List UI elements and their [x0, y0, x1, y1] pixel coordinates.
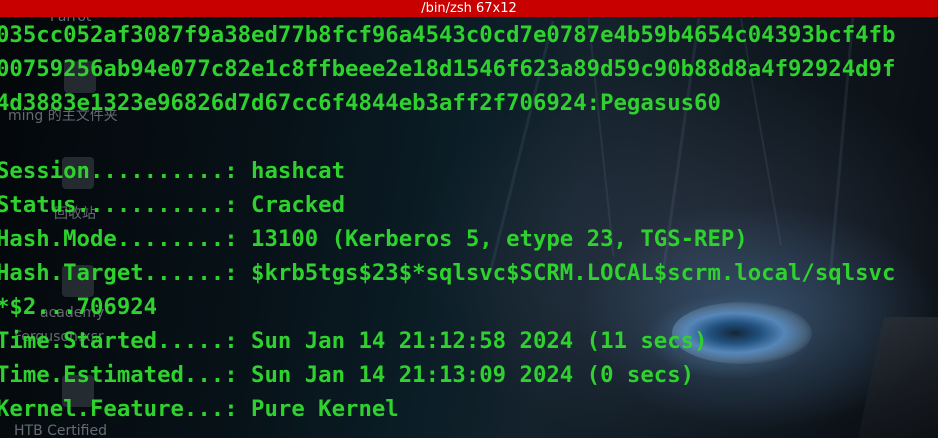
terminal-line: Session..........: hashcat	[0, 158, 346, 184]
terminal-line: Time.Estimated...: Sun Jan 14 21:13:09 2…	[0, 362, 695, 388]
terminal-line: 00759256ab94e077c82e1c8ffbeee2e18d1546f6…	[0, 56, 896, 82]
terminal-line: Hash.Target......: $krb5tgs$23$*sqlsvc$S…	[0, 260, 896, 286]
terminal-line: Status...........: Cracked	[0, 192, 346, 218]
window-titlebar[interactable]: /bin/zsh 67x12	[0, 0, 938, 17]
wallpaper-armor	[856, 317, 938, 438]
terminal-line: Kernel.Feature...: Pure Kernel	[0, 396, 399, 422]
terminal-line: Hash.Mode........: 13100 (Kerberos 5, et…	[0, 226, 748, 252]
terminal-area[interactable]: Parrot ming 的主文件夹 回收站 academy Ferguson.x…	[0, 17, 938, 438]
terminal-line: *$2...706924	[0, 294, 158, 320]
terminal-line: 4d3883e1323e96826d7d67cc6f4844eb3aff2f70…	[0, 90, 721, 116]
terminal-line: Time.Started.....: Sun Jan 14 21:12:58 2…	[0, 328, 708, 354]
terminal-line: 035cc052af3087f9a38ed77b8fcf96a4543c0cd7…	[0, 22, 896, 48]
window-title: /bin/zsh 67x12	[421, 1, 517, 16]
